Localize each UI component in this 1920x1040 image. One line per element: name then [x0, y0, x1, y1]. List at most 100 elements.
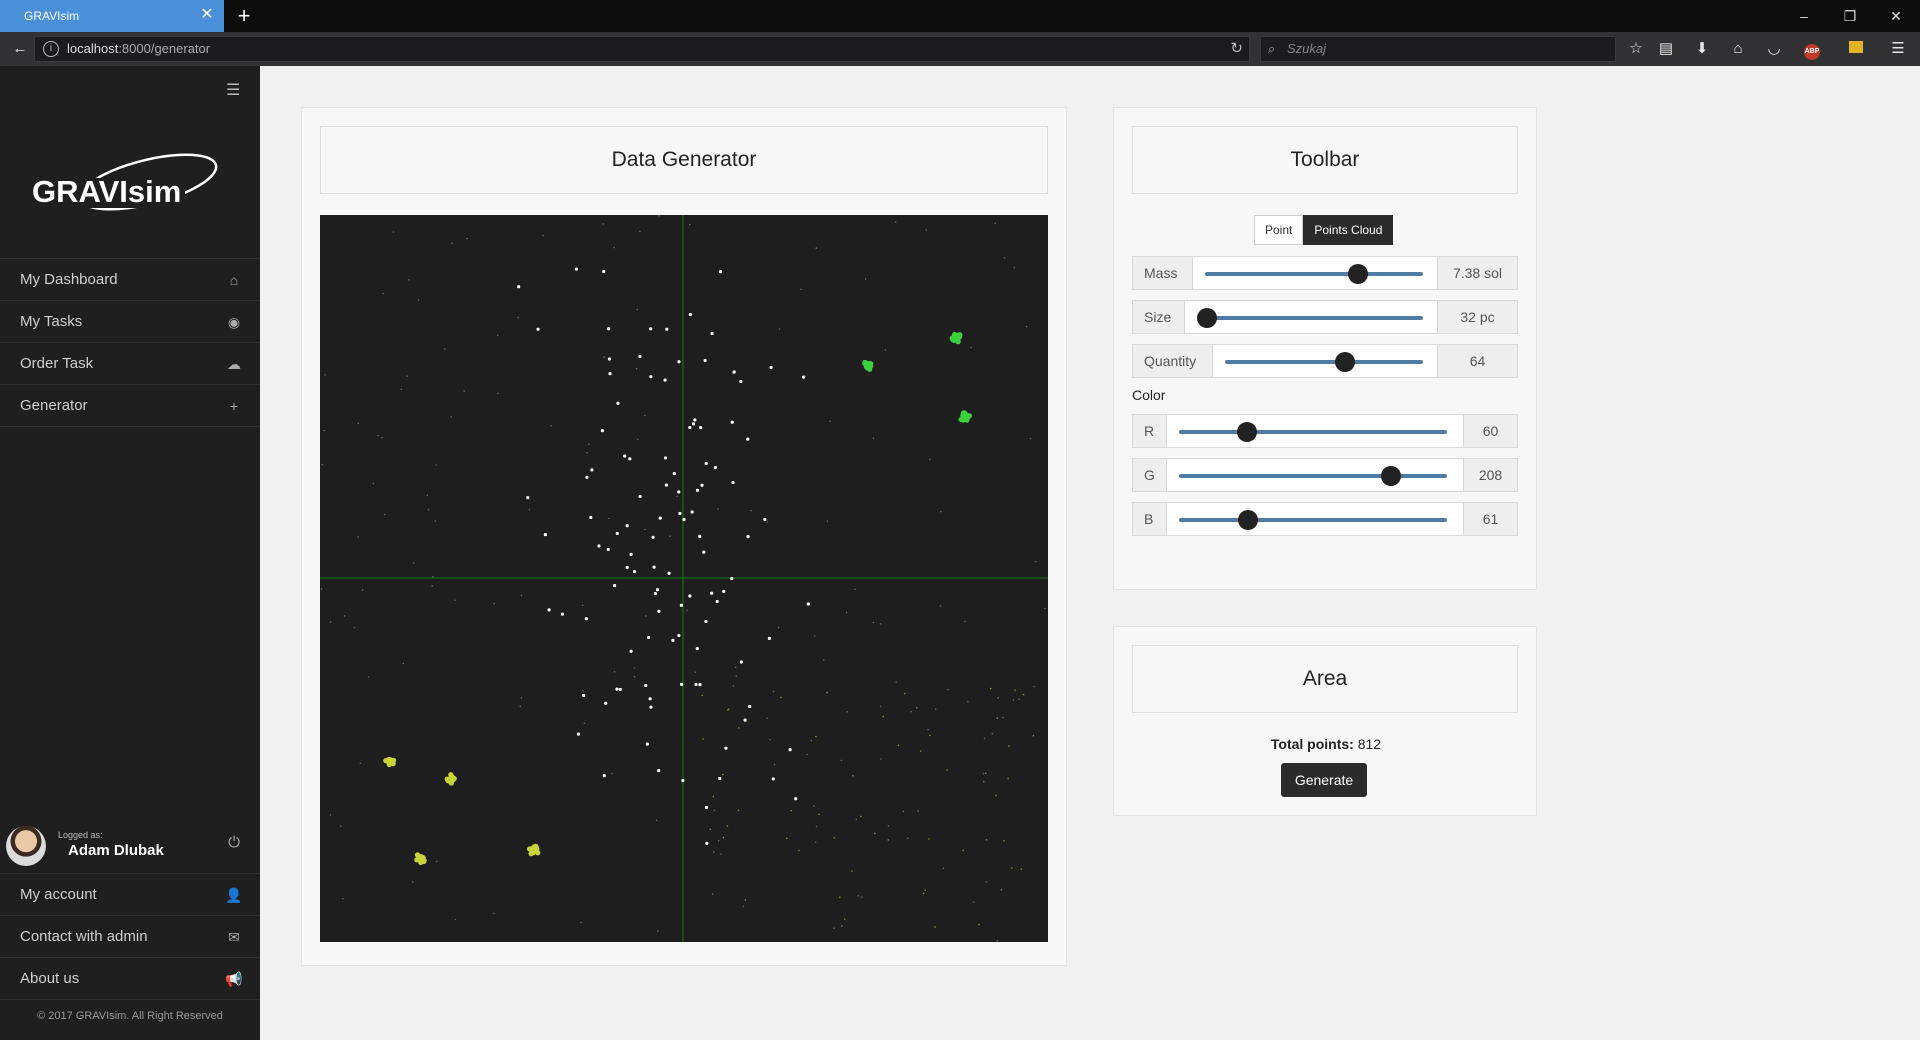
- star-point: [730, 420, 734, 424]
- menu-item-about-us[interactable]: About us 📢: [0, 958, 260, 1000]
- blue-slider-thumb[interactable]: [1238, 510, 1259, 530]
- red-value: 60: [1463, 415, 1517, 447]
- faint-point: [861, 896, 863, 898]
- quantity-label: Quantity: [1133, 345, 1213, 377]
- faint-point: [722, 773, 724, 776]
- menu-item-order-task[interactable]: Order Task ☁: [0, 343, 260, 385]
- window-close-icon[interactable]: ✕: [1876, 4, 1916, 28]
- faint-point: [1003, 840, 1005, 842]
- menu-item-my-account[interactable]: My account 👤: [0, 874, 260, 916]
- star-point: [657, 768, 661, 773]
- browser-tab[interactable]: GRAVIsim ✕: [0, 0, 224, 32]
- main-menu: My Dashboard ⌂ My Tasks ◉ Order Task ☁ G…: [0, 258, 260, 427]
- faint-point: [676, 495, 678, 498]
- download-icon[interactable]: ⬇: [1690, 37, 1714, 61]
- faint-point: [353, 626, 356, 629]
- restore-icon[interactable]: ❐: [1830, 4, 1870, 28]
- star-point: [704, 461, 708, 466]
- generator-canvas[interactable]: [320, 215, 1048, 942]
- faint-point: [996, 939, 999, 942]
- faint-point: [929, 734, 931, 737]
- extension-icon[interactable]: [1844, 37, 1868, 61]
- generate-button[interactable]: Generate: [1281, 763, 1367, 797]
- size-slider-track[interactable]: [1197, 316, 1423, 320]
- star-point: [625, 565, 629, 570]
- info-icon[interactable]: i: [43, 41, 59, 57]
- faint-point: [985, 839, 988, 841]
- faint-point: [839, 896, 841, 899]
- quantity-slider-track[interactable]: [1225, 360, 1423, 364]
- logout-power-icon[interactable]: ⏻: [224, 834, 244, 851]
- faint-point: [884, 349, 887, 351]
- generator-plot[interactable]: [320, 215, 1048, 942]
- mode-selector: Point Points Cloud: [1254, 215, 1394, 245]
- quantity-slider-thumb[interactable]: [1335, 352, 1356, 372]
- faint-point: [633, 675, 636, 678]
- star-point: [526, 496, 530, 500]
- star-point: [536, 327, 540, 331]
- star-point: [606, 547, 610, 552]
- close-tab-icon[interactable]: ✕: [198, 6, 216, 24]
- faint-point: [815, 735, 817, 738]
- faint-point: [939, 605, 942, 607]
- gravisim-logo[interactable]: GRAVIsim: [30, 152, 230, 222]
- adblock-icon[interactable]: ABP: [1800, 37, 1824, 61]
- mode-points-cloud-button[interactable]: Points Cloud: [1303, 215, 1394, 245]
- faint-point: [928, 838, 930, 840]
- home-icon[interactable]: ⌂: [1726, 37, 1750, 61]
- browser-menu-icon[interactable]: ☰: [1886, 37, 1910, 61]
- faint-point: [822, 659, 825, 661]
- star-point: [581, 693, 586, 698]
- sidebar-toggle-icon[interactable]: ☰: [226, 82, 244, 100]
- bookmark-star-icon[interactable]: ☆: [1624, 37, 1648, 61]
- star-point: [698, 425, 703, 430]
- pocket-icon[interactable]: ◡: [1762, 37, 1786, 61]
- minimize-icon[interactable]: –: [1784, 4, 1824, 28]
- mass-slider-track[interactable]: [1205, 272, 1423, 276]
- faint-point: [726, 825, 729, 827]
- star-point: [690, 510, 694, 514]
- faint-point: [902, 810, 905, 813]
- faint-point: [1000, 888, 1003, 891]
- red-slider-track[interactable]: [1179, 430, 1447, 434]
- green-slider-row: G 208: [1132, 458, 1518, 492]
- star-point: [677, 490, 681, 494]
- faint-point: [972, 901, 975, 903]
- menu-item-tasks[interactable]: My Tasks ◉: [0, 301, 260, 343]
- url-bar[interactable]: i localhost:8000/generator ↻: [34, 36, 1250, 62]
- menu-item-label: My account: [20, 886, 97, 903]
- green-slider-thumb[interactable]: [1381, 466, 1402, 486]
- faint-point: [924, 889, 926, 891]
- faint-point: [339, 825, 342, 827]
- size-slider-thumb[interactable]: [1197, 308, 1217, 328]
- mode-point-button[interactable]: Point: [1254, 215, 1304, 245]
- star-point: [700, 483, 704, 487]
- faint-point: [382, 292, 384, 295]
- reload-icon[interactable]: ↻: [1230, 37, 1243, 61]
- faint-point: [722, 836, 725, 839]
- menu-item-generator[interactable]: Generator +: [0, 385, 260, 427]
- new-tab-icon[interactable]: +: [232, 4, 256, 28]
- mass-slider-thumb[interactable]: [1347, 264, 1368, 284]
- star-point: [543, 532, 547, 537]
- faint-point: [978, 923, 980, 926]
- star-point: [715, 599, 719, 604]
- star-point: [788, 748, 792, 752]
- faint-point: [639, 230, 641, 233]
- star-point: [677, 633, 681, 638]
- menu-item-dashboard[interactable]: My Dashboard ⌂: [0, 259, 260, 301]
- url-path: :8000/generator: [118, 41, 211, 56]
- green-slider-track[interactable]: [1179, 474, 1447, 478]
- green-label: G: [1133, 459, 1167, 491]
- menu-item-contact-admin[interactable]: Contact with admin ✉: [0, 916, 260, 958]
- blue-slider-row: B 61: [1132, 502, 1518, 536]
- sidebar: ☰ GRAVIsim My Dashboard ⌂ My Tasks ◉ Ord…: [0, 66, 260, 1040]
- faint-point: [947, 688, 949, 691]
- red-slider-thumb[interactable]: [1237, 422, 1258, 442]
- star-point: [584, 617, 588, 621]
- faint-point: [810, 739, 813, 742]
- bookmarks-list-icon[interactable]: ▤: [1654, 37, 1678, 61]
- blue-slider-track[interactable]: [1179, 518, 1447, 522]
- search-input[interactable]: ⌕ Szukaj: [1260, 36, 1616, 62]
- back-icon[interactable]: ←: [8, 37, 32, 61]
